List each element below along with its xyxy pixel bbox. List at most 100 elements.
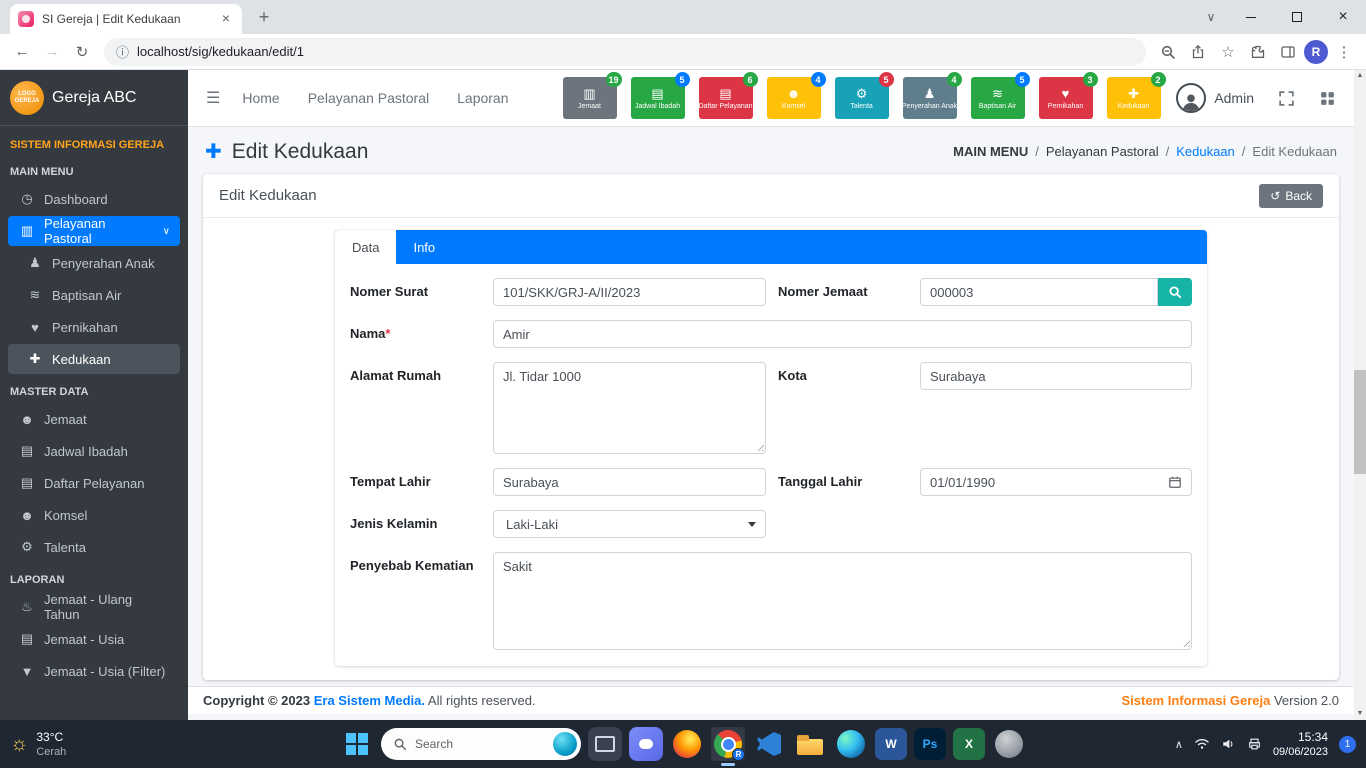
edge-icon[interactable]: [834, 727, 868, 761]
excel-icon[interactable]: X: [953, 728, 985, 760]
shortcut-tile-jadwal-ibadah[interactable]: 5▤Jadwal Ibadah: [631, 77, 685, 119]
tempat-lahir-input[interactable]: [493, 468, 766, 496]
tanggal-lahir-input[interactable]: 01/01/1990: [920, 468, 1192, 496]
nav-link-pelayanan-pastoral[interactable]: Pelayanan Pastoral: [308, 90, 429, 106]
shortcut-tile-baptisan-air[interactable]: 5≋Baptisan Air: [971, 77, 1025, 119]
alamat-rumah-wrap: Jl. Tidar 1000: [493, 362, 766, 454]
shortcut-tile-talenta[interactable]: 5⚙Talenta: [835, 77, 889, 119]
form-row: Nama*: [350, 320, 1192, 348]
chat-icon[interactable]: [629, 727, 663, 761]
tab-close-icon[interactable]: ×: [218, 11, 234, 27]
company-link[interactable]: Era Sistem Media.: [314, 693, 425, 708]
calendar-icon[interactable]: [1168, 475, 1182, 489]
tray-expand-icon[interactable]: ∧: [1175, 738, 1183, 751]
fullscreen-icon[interactable]: [1278, 90, 1295, 107]
sidebar-item-baptisan-air[interactable]: ≋Baptisan Air: [8, 280, 180, 310]
browser-back-button[interactable]: ←: [8, 38, 36, 66]
window-close-button[interactable]: ×: [1320, 0, 1366, 34]
sidebar-item-kedukaan[interactable]: ✚Kedukaan: [8, 344, 180, 374]
back-button[interactable]: ↺ Back: [1259, 184, 1323, 208]
browser-tab[interactable]: SI Gereja | Edit Kedukaan ×: [10, 4, 242, 34]
sidebar-item-jemaat[interactable]: ☻Jemaat: [8, 404, 180, 434]
kebab-menu-icon[interactable]: ⋮: [1330, 38, 1358, 66]
sidebar-brand[interactable]: LOGO GEREJA Gereja ABC: [0, 70, 188, 126]
zoom-icon[interactable]: [1154, 38, 1182, 66]
gimp-icon[interactable]: [992, 727, 1026, 761]
sidebar-item-komsel[interactable]: ☻Komsel: [8, 500, 180, 530]
member-search-button[interactable]: [1158, 278, 1192, 306]
sidebar-item-pelayanan-pastoral[interactable]: ▥Pelayanan Pastoral∨: [8, 216, 180, 246]
photoshop-icon[interactable]: Ps: [914, 728, 946, 760]
scrollbar-thumb[interactable]: [1354, 370, 1366, 474]
user-menu[interactable]: Admin: [1176, 83, 1254, 113]
vscode-icon[interactable]: [752, 727, 786, 761]
nomer-jemaat-input[interactable]: [920, 278, 1158, 306]
extensions-puzzle-icon[interactable]: [1244, 38, 1272, 66]
sidebar-item-dashboard[interactable]: ◷Dashboard: [8, 184, 180, 214]
sidebar-item-daftar-pelayanan[interactable]: ▤Daftar Pelayanan: [8, 468, 180, 498]
sidebar-item-jadwal-ibadah[interactable]: ▤Jadwal Ibadah: [8, 436, 180, 466]
site-info-icon[interactable]: ⓘ: [116, 42, 129, 61]
firefox-icon[interactable]: [670, 727, 704, 761]
taskbar: ☼ 33°C Cerah Search R W Ps X ∧: [0, 720, 1366, 768]
scrollbar-up-arrow[interactable]: ▲: [1354, 70, 1366, 82]
penyebab-kematian-textarea[interactable]: Sakit: [493, 552, 1192, 650]
share-icon[interactable]: [1184, 38, 1212, 66]
taskbar-search[interactable]: Search: [381, 728, 581, 760]
alamat-rumah-textarea[interactable]: Jl. Tidar 1000: [493, 362, 766, 454]
kota-input[interactable]: [920, 362, 1192, 390]
tray-time: 15:34: [1273, 730, 1328, 746]
sidebar-item-jemaat-usia[interactable]: ▤Jemaat - Usia: [8, 624, 180, 654]
nama-input[interactable]: [493, 320, 1192, 348]
shortcut-tile-pernikahan[interactable]: 3♥Pernikahan: [1039, 77, 1093, 119]
sidebar-item-pernikahan[interactable]: ♥Pernikahan: [8, 312, 180, 342]
scrollbar-track[interactable]: [1354, 82, 1366, 708]
tab-info[interactable]: Info: [396, 230, 452, 264]
chrome-icon[interactable]: R: [711, 727, 745, 761]
tray-clock[interactable]: 15:34 09/06/2023: [1273, 730, 1328, 758]
nav-link-home[interactable]: Home: [242, 90, 279, 106]
scrollbar-down-arrow[interactable]: ▼: [1354, 708, 1366, 720]
notification-badge[interactable]: 1: [1339, 736, 1356, 753]
tray-date: 09/06/2023: [1273, 746, 1328, 758]
shortcut-tile-komsel[interactable]: 4☻Komsel: [767, 77, 821, 119]
weather-widget[interactable]: ☼ 33°C Cerah: [10, 720, 66, 768]
browser-reload-button[interactable]: ↻: [68, 38, 96, 66]
start-button[interactable]: [340, 727, 374, 761]
shortcut-tile-jemaat[interactable]: 19▥Jemaat: [563, 77, 617, 119]
minimize-button[interactable]: [1228, 0, 1274, 34]
browser-profile-avatar[interactable]: R: [1304, 40, 1328, 64]
tab-list-chevron-icon[interactable]: ∨: [1194, 10, 1228, 24]
shortcut-tile-daftar-pelayanan[interactable]: 6▤Daftar Pelayanan: [699, 77, 753, 119]
shortcut-tile-kedukaan[interactable]: 2✚Kedukaan: [1107, 77, 1161, 119]
hamburger-icon[interactable]: ☰: [200, 88, 226, 108]
sidebar-item-talenta[interactable]: ⚙Talenta: [8, 532, 180, 562]
jenis-kelamin-select[interactable]: Laki-Laki: [493, 510, 766, 538]
maximize-button[interactable]: [1274, 0, 1320, 34]
address-bar[interactable]: ⓘ localhost/sig/kedukaan/edit/1: [104, 38, 1146, 66]
grid-icon[interactable]: [1319, 90, 1336, 107]
nomer-surat-input[interactable]: [493, 278, 766, 306]
wifi-icon[interactable]: [1194, 737, 1210, 751]
nav-link-laporan[interactable]: Laporan: [457, 90, 508, 106]
new-tab-button[interactable]: +: [252, 7, 276, 28]
word-icon[interactable]: W: [875, 728, 907, 760]
tab-data[interactable]: Data: [335, 230, 396, 264]
side-panel-icon[interactable]: [1274, 38, 1302, 66]
photoshop-glyph: Ps: [923, 737, 938, 751]
group-icon: ☻: [18, 508, 36, 523]
page-scrollbar[interactable]: ▲ ▼: [1354, 70, 1366, 720]
snipping-tool-icon[interactable]: [588, 727, 622, 761]
shortcut-tile-penyerahan-anak[interactable]: 4♟Penyerahan Anak: [903, 77, 957, 119]
bookmark-star-icon[interactable]: ☆: [1214, 38, 1242, 66]
file-explorer-icon[interactable]: [793, 727, 827, 761]
sidebar-item-penyerahan-anak[interactable]: ♟Penyerahan Anak: [8, 248, 180, 278]
printer-icon[interactable]: [1247, 737, 1262, 751]
sidebar-item-jemaat-ulang-tahun[interactable]: ♨Jemaat - Ulang Tahun: [8, 592, 180, 622]
sidebar-item-label: Kedukaan: [52, 352, 111, 367]
volume-icon[interactable]: [1221, 737, 1236, 751]
browser-forward-button[interactable]: →: [38, 38, 66, 66]
nomer-jemaat-group: [920, 278, 1192, 306]
breadcrumb-item-kedukaan[interactable]: Kedukaan: [1176, 144, 1235, 159]
sidebar-item-jemaat-usia-filter[interactable]: ▼Jemaat - Usia (Filter): [8, 656, 180, 686]
